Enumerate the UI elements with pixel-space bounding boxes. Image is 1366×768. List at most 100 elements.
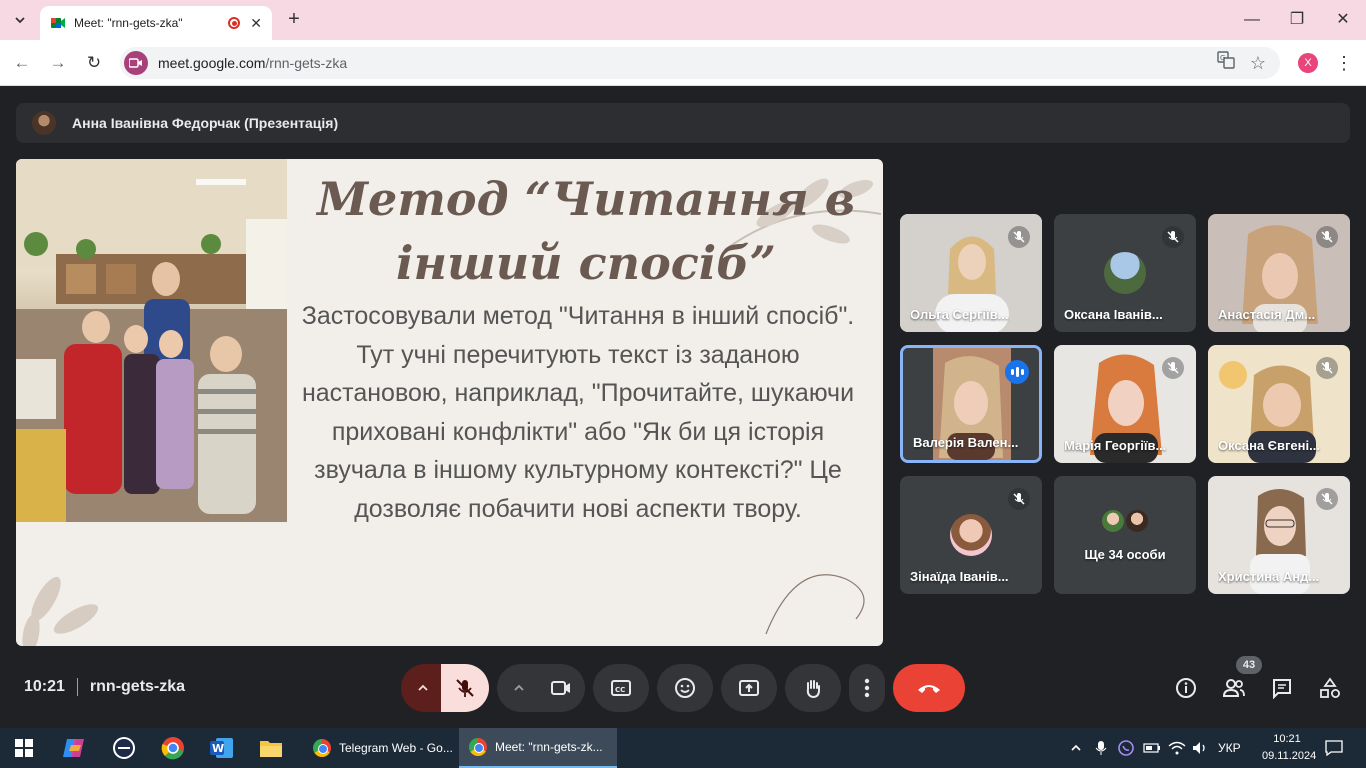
taskbar-app-telegram[interactable]: Telegram Web - Go... [303, 728, 453, 768]
mic-off-icon [1316, 488, 1338, 510]
participant-avatar [1104, 252, 1146, 294]
notification-icon [1325, 740, 1343, 756]
tray-language[interactable]: УКР [1218, 728, 1241, 768]
camera-toggle-button[interactable] [537, 664, 585, 712]
back-button[interactable]: ← [10, 51, 34, 75]
reload-button[interactable]: ↻ [82, 51, 106, 75]
participant-tile[interactable]: Оксана Євгені... [1208, 345, 1350, 463]
notifications-button[interactable] [1325, 728, 1343, 768]
tab-title: Meet: "rnn-gets-zka" [74, 16, 183, 30]
reactions-button[interactable] [657, 664, 713, 712]
taskbar-app-meet[interactable]: Meet: "rnn-gets-zk... [459, 728, 617, 768]
audio-options-button[interactable] [401, 664, 445, 712]
leave-call-button[interactable] [893, 664, 965, 712]
svg-text:W: W [212, 742, 224, 755]
browser-tab-meet[interactable]: Meet: "rnn-gets-zka" ✕ [40, 6, 272, 40]
google-meet-icon [51, 18, 65, 28]
present-screen-button[interactable] [721, 664, 777, 712]
circle-app-icon [113, 737, 135, 759]
word-icon: W [210, 738, 233, 758]
copilot-icon [63, 739, 84, 757]
participant-name: Ольга Сергіїв... [910, 307, 1009, 322]
chrome-app[interactable] [159, 734, 187, 762]
more-vert-icon [864, 678, 870, 698]
people-count-badge: 43 [1236, 656, 1262, 674]
word-app[interactable]: W [208, 734, 236, 762]
minimize-button[interactable]: — [1240, 8, 1264, 32]
chat-icon [1273, 679, 1291, 699]
window-close-button[interactable]: ✕ [1331, 8, 1355, 32]
browser-menu-icon[interactable]: ⋮ [1334, 51, 1354, 75]
participant-tile[interactable]: Марія Георгіїв... [1054, 345, 1196, 463]
tray-volume[interactable] [1192, 728, 1208, 768]
taskbar-clock[interactable]: 10:21 09.11.2024 [1262, 731, 1316, 765]
taskbar-app-label: Meet: "rnn-gets-zk... [495, 740, 603, 754]
chevron-up-icon [514, 684, 524, 691]
tray-viber[interactable] [1118, 728, 1134, 768]
activities-button[interactable] [1316, 674, 1344, 702]
chevron-up-icon [1071, 744, 1081, 751]
more-options-button[interactable] [849, 664, 885, 712]
tab-strip: Meet: "rnn-gets-zka" ✕ + — ❐ ✕ [0, 0, 1366, 40]
translate-icon[interactable]: G [1214, 51, 1238, 75]
meeting-info: 10:21 rnn-gets-zka [24, 678, 185, 696]
mic-off-icon [1316, 357, 1338, 379]
people-icon [1222, 679, 1245, 697]
tab-close-icon[interactable]: ✕ [250, 15, 262, 32]
microphone-toggle-button[interactable] [441, 664, 489, 712]
file-explorer-app[interactable] [257, 734, 285, 762]
participant-tile-active-speaker[interactable]: Валерія Вален... [900, 345, 1042, 463]
participant-tile[interactable]: Зінаїда Іванів... [900, 476, 1042, 594]
mic-off-icon [1008, 226, 1030, 248]
windows-taskbar: W Telegram Web - Go... Meet: "rnn-gets-z… [0, 728, 1366, 768]
site-info-icon[interactable] [124, 51, 148, 75]
windows-start-button[interactable] [10, 734, 38, 762]
meeting-details-button[interactable] [1172, 674, 1200, 702]
tray-wifi[interactable] [1168, 728, 1186, 768]
folder-icon [260, 741, 282, 757]
tray-battery[interactable] [1143, 728, 1161, 768]
participant-name: Марія Георгіїв... [1064, 438, 1167, 453]
chat-button[interactable] [1268, 674, 1296, 702]
copilot-app[interactable] [60, 734, 88, 762]
classroom-photo [16, 159, 287, 522]
end-call-icon [918, 685, 940, 693]
participant-tile[interactable]: Ольга Сергіїв... [900, 214, 1042, 332]
more-participants-label: Ще 34 особи [1084, 547, 1166, 562]
tab-search-button[interactable] [8, 8, 32, 32]
video-options-button[interactable] [497, 664, 541, 712]
url-text: meet.google.com/rnn-gets-zka [158, 55, 348, 71]
new-tab-button[interactable]: + [282, 7, 306, 31]
participant-tile[interactable]: Оксана Іванів... [1054, 214, 1196, 332]
leaf-decoration-bottom [22, 576, 99, 646]
participant-tile[interactable]: Анастасія Дм... [1208, 214, 1350, 332]
presenter-name: Анна Іванівна Федорчак (Презентація) [72, 115, 339, 131]
captions-button[interactable]: CC [593, 664, 649, 712]
viber-icon [1118, 740, 1134, 756]
more-participants-tile[interactable]: Ще 34 особи [1054, 476, 1196, 594]
chrome-icon [469, 738, 487, 756]
slide-body-text: Застосовували метод "Читання в інший спо… [301, 302, 855, 523]
divider [76, 678, 78, 696]
raise-hand-button[interactable] [785, 664, 841, 712]
show-hidden-icons[interactable] [1070, 728, 1082, 768]
app-icon-dark[interactable] [110, 734, 138, 762]
bookmark-star-icon[interactable]: ☆ [1246, 51, 1270, 75]
speaking-indicator-icon [1005, 360, 1029, 384]
forward-button[interactable]: → [46, 51, 70, 75]
address-bar[interactable]: meet.google.com/rnn-gets-zka G ☆ [120, 47, 1280, 79]
profile-avatar[interactable]: X [1298, 53, 1318, 73]
participant-avatar [1100, 508, 1126, 534]
participant-tile[interactable]: Христина Анд... [1208, 476, 1350, 594]
tray-microphone[interactable] [1095, 728, 1107, 768]
activities-icon [1320, 677, 1340, 698]
closed-captions-icon: CC [611, 680, 631, 696]
presenter-banner: Анна Іванівна Федорчак (Презентація) [16, 103, 1350, 143]
emoji-icon [675, 678, 695, 698]
mic-off-icon [1162, 226, 1184, 248]
chevron-down-icon [15, 17, 25, 24]
restore-button[interactable]: ❐ [1285, 8, 1309, 32]
people-button[interactable] [1220, 674, 1248, 702]
swirl-decoration [765, 574, 865, 635]
taskbar-app-label: Telegram Web - Go... [339, 741, 453, 755]
